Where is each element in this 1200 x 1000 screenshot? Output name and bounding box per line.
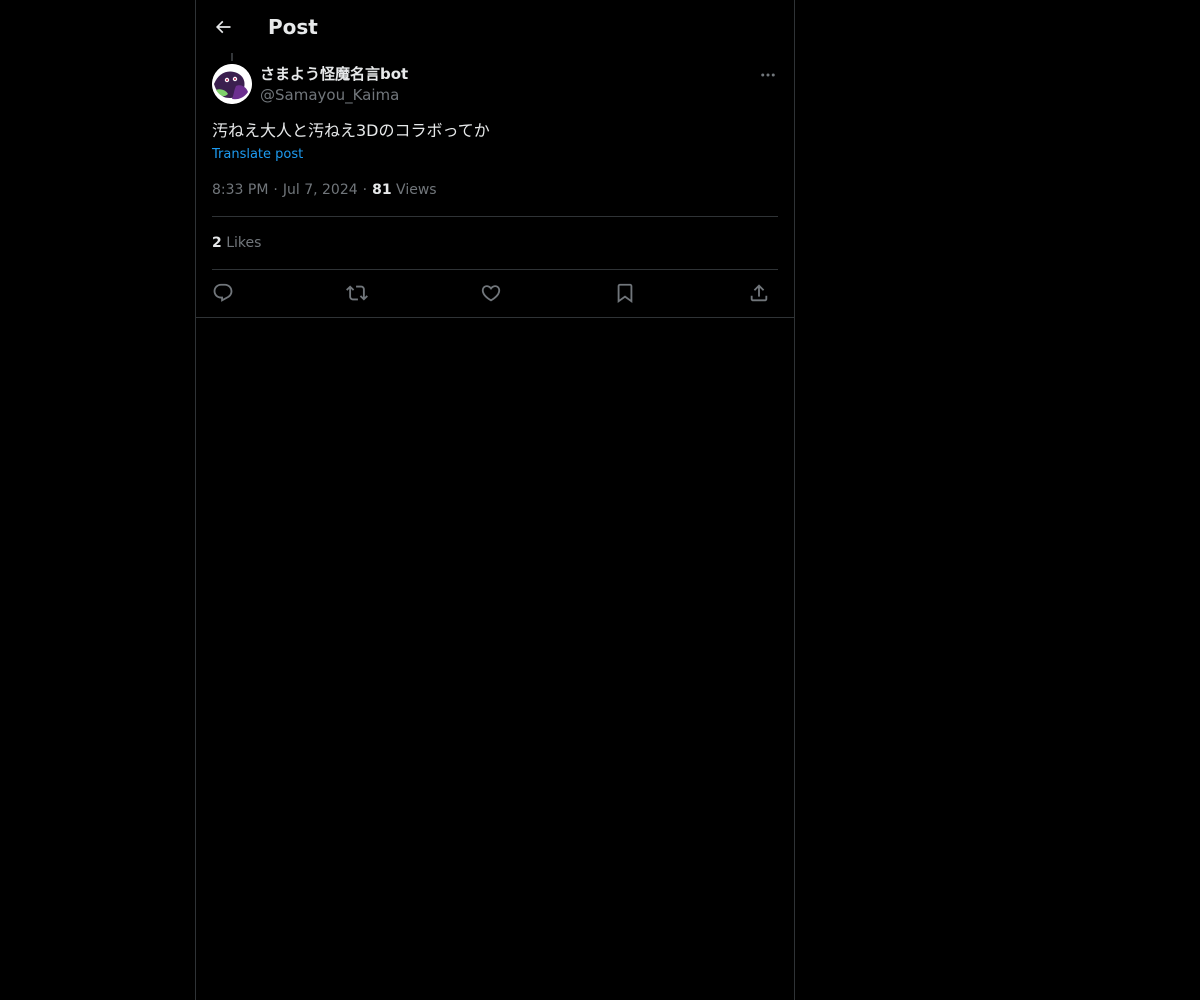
views-count: 81 [372, 182, 392, 198]
page-title: Post [268, 15, 318, 39]
page-header: Post [196, 0, 794, 53]
share-button[interactable] [746, 280, 772, 306]
likes-summary[interactable]: 2 Likes [212, 233, 261, 253]
more-dots-icon [759, 66, 777, 84]
back-button[interactable] [207, 11, 239, 43]
likes-label: Likes [226, 235, 262, 251]
post-metadata: 8:33 PM · Jul 7, 2024 · 81 Views [212, 180, 437, 200]
post-time[interactable]: 8:33 PM [212, 182, 268, 198]
post-bottom-border [196, 317, 794, 318]
divider [212, 216, 778, 217]
repost-button[interactable] [344, 280, 370, 306]
more-options-button[interactable] [756, 64, 780, 86]
post-date[interactable]: Jul 7, 2024 [283, 182, 358, 198]
translate-post-link[interactable]: Translate post [212, 145, 303, 165]
bookmark-button[interactable] [612, 280, 638, 306]
bookmark-icon [614, 282, 636, 304]
reply-bubble-icon [212, 282, 234, 304]
thread-connector-line [231, 53, 233, 61]
meta-separator: · [273, 182, 278, 198]
like-button[interactable] [478, 280, 504, 306]
arrow-left-icon [213, 17, 233, 37]
post-action-bar [212, 280, 778, 306]
reply-button[interactable] [210, 280, 236, 306]
divider [212, 269, 778, 270]
post-text: 汚ねえ大人と汚ねえ3Dのコラボってか [212, 121, 490, 140]
main-column: Post さまよう怪魔名言bot @Samayou_Kaima 汚ねえ大人と汚ね… [195, 0, 795, 1000]
author-handle[interactable]: @Samayou_Kaima [260, 85, 399, 105]
heart-icon [480, 282, 502, 304]
author-display-name[interactable]: さまよう怪魔名言bot [260, 64, 408, 84]
avatar[interactable] [212, 64, 252, 104]
repost-arrows-icon [346, 282, 368, 304]
views-label: Views [396, 182, 437, 198]
share-upload-icon [748, 282, 770, 304]
meta-separator: · [362, 182, 368, 198]
likes-count: 2 [212, 235, 222, 251]
